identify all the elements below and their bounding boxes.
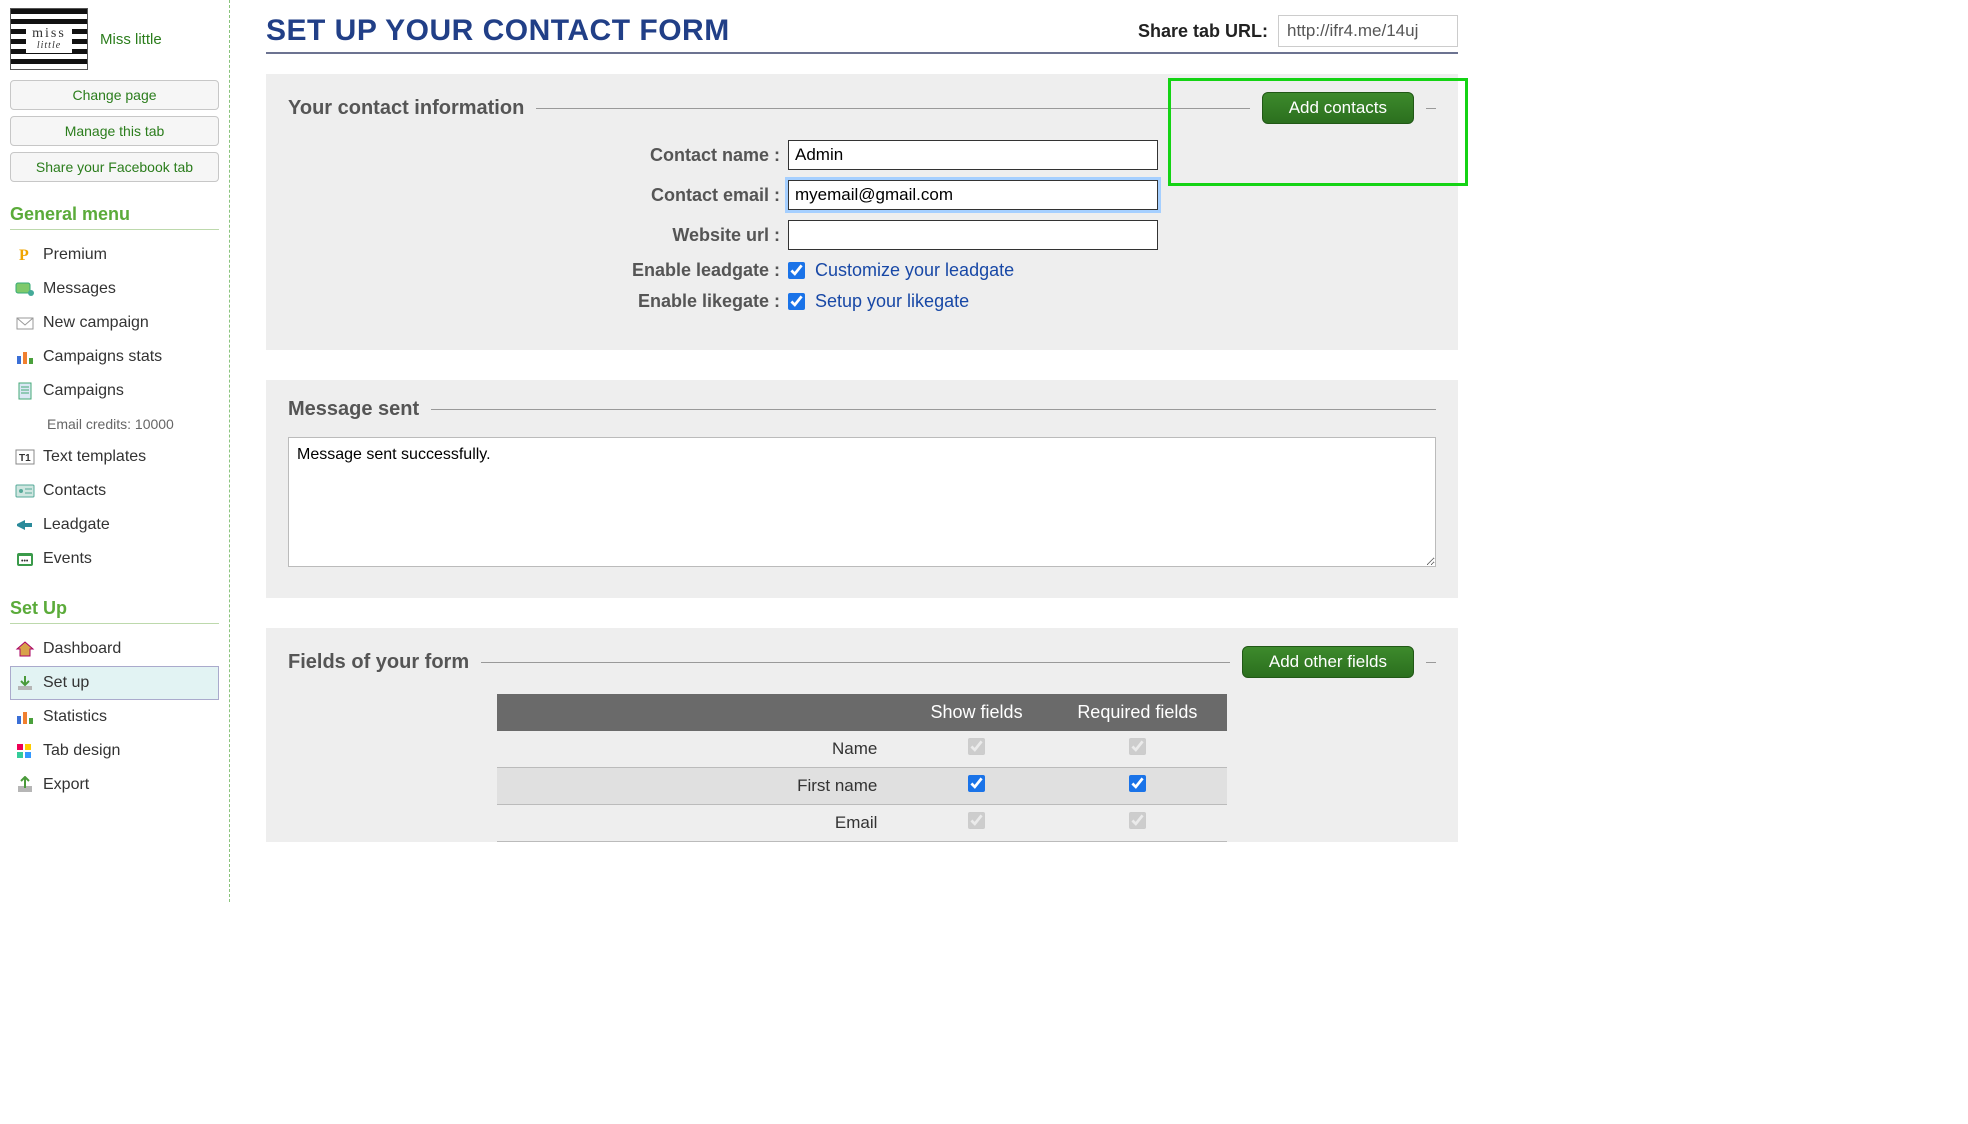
field-label: Name bbox=[497, 731, 905, 768]
show-field-checkbox bbox=[968, 738, 985, 755]
contact-email-input[interactable] bbox=[788, 180, 1158, 210]
menu-item-label: Premium bbox=[43, 246, 107, 264]
fields-th-show: Show fields bbox=[905, 694, 1047, 731]
menu-item-label: Statistics bbox=[43, 708, 107, 726]
menu-item-stats[interactable]: Campaigns stats bbox=[10, 340, 219, 374]
message-sent-textarea[interactable] bbox=[288, 437, 1436, 567]
menu-item-templates[interactable]: T1 Text templates bbox=[10, 440, 219, 474]
logo: misslittle bbox=[10, 8, 88, 70]
menu-item-label: Export bbox=[43, 776, 89, 794]
menu-item-dashboard[interactable]: Dashboard bbox=[10, 632, 219, 666]
menu-item-events[interactable]: ••• Events bbox=[10, 542, 219, 576]
exp-icon bbox=[15, 776, 35, 794]
menu-item-contacts[interactable]: Contacts bbox=[10, 474, 219, 508]
menu-item-label: Contacts bbox=[43, 482, 106, 500]
contact-email-label: Contact email : bbox=[288, 185, 788, 206]
site-name: Miss little bbox=[100, 31, 162, 48]
manage-tab-button[interactable]: Manage this tab bbox=[10, 116, 219, 146]
menu-item-export[interactable]: Export bbox=[10, 768, 219, 802]
menu-item-newcamp[interactable]: New campaign bbox=[10, 306, 219, 340]
field-label: First name bbox=[497, 768, 905, 805]
sidebar: misslittle Miss little Change page Manag… bbox=[0, 0, 230, 902]
menu-item-label: Dashboard bbox=[43, 640, 121, 658]
share-url-label: Share tab URL: bbox=[1138, 21, 1268, 42]
menu-item-statistics[interactable]: Statistics bbox=[10, 700, 219, 734]
contact-info-panel: Your contact information Add contacts Co… bbox=[266, 74, 1458, 350]
menu-item-label: New campaign bbox=[43, 314, 149, 332]
required-field-checkbox bbox=[1129, 738, 1146, 755]
change-page-button[interactable]: Change page bbox=[10, 80, 219, 110]
menu-item-setup[interactable]: Set up bbox=[10, 666, 219, 700]
menu-item-label: Leadgate bbox=[43, 516, 110, 534]
enable-likegate-checkbox[interactable] bbox=[788, 293, 805, 310]
horn-icon bbox=[15, 516, 35, 534]
show-field-checkbox bbox=[968, 812, 985, 829]
setup-likegate-link[interactable]: Setup your likegate bbox=[815, 291, 969, 312]
menu-item-credits: Email credits: 10000 bbox=[10, 408, 219, 440]
tt-icon: T1 bbox=[15, 448, 35, 466]
doc-icon bbox=[15, 382, 35, 400]
menu-item-label: Events bbox=[43, 550, 92, 568]
enable-likegate-label: Enable likegate : bbox=[288, 291, 788, 312]
grid-icon bbox=[15, 742, 35, 760]
add-contacts-button[interactable]: Add contacts bbox=[1262, 92, 1414, 124]
panel-title-message: Message sent bbox=[288, 398, 419, 421]
field-label: Email bbox=[497, 805, 905, 842]
table-row: First name bbox=[497, 768, 1227, 805]
message-sent-panel: Message sent bbox=[266, 380, 1458, 598]
customize-leadgate-link[interactable]: Customize your leadgate bbox=[815, 260, 1014, 281]
enable-leadgate-checkbox[interactable] bbox=[788, 262, 805, 279]
home-icon bbox=[15, 640, 35, 658]
table-row: Email bbox=[497, 805, 1227, 842]
enable-leadgate-label: Enable leadgate : bbox=[288, 260, 788, 281]
contact-name-label: Contact name : bbox=[288, 145, 788, 166]
menu-item-label: Messages bbox=[43, 280, 116, 298]
p-icon: P bbox=[15, 246, 35, 264]
bars-icon bbox=[15, 348, 35, 366]
general-menu-heading: General menu bbox=[10, 204, 219, 230]
menu-item-messages[interactable]: Messages bbox=[10, 272, 219, 306]
panel-title-contact: Your contact information bbox=[288, 97, 524, 120]
fields-th-required: Required fields bbox=[1048, 694, 1227, 731]
card-icon bbox=[15, 482, 35, 500]
required-field-checkbox bbox=[1129, 812, 1146, 829]
menu-item-label: Set up bbox=[43, 674, 89, 692]
menu-item-label: Email credits: 10000 bbox=[47, 416, 174, 432]
contact-name-input[interactable] bbox=[788, 140, 1158, 170]
menu-item-label: Text templates bbox=[43, 448, 146, 466]
svg-text:•••: ••• bbox=[21, 558, 29, 565]
fields-th-blank bbox=[497, 694, 905, 731]
ev-icon: ••• bbox=[15, 550, 35, 568]
msg-icon bbox=[15, 280, 35, 298]
mail-icon bbox=[15, 314, 35, 332]
website-url-input[interactable] bbox=[788, 220, 1158, 250]
table-row: Name bbox=[497, 731, 1227, 768]
menu-item-leadgate[interactable]: Leadgate bbox=[10, 508, 219, 542]
panel-title-fields: Fields of your form bbox=[288, 651, 469, 674]
dl-icon bbox=[15, 674, 35, 692]
add-other-fields-button[interactable]: Add other fields bbox=[1242, 646, 1414, 678]
page-title: SET UP YOUR CONTACT FORM bbox=[266, 14, 730, 48]
menu-item-label: Campaigns stats bbox=[43, 348, 162, 366]
setup-menu-heading: Set Up bbox=[10, 598, 219, 624]
website-url-label: Website url : bbox=[288, 225, 788, 246]
menu-item-label: Tab design bbox=[43, 742, 120, 760]
required-field-checkbox[interactable] bbox=[1129, 775, 1146, 792]
main-content: SET UP YOUR CONTACT FORM Share tab URL: … bbox=[230, 0, 1476, 902]
svg-text:T1: T1 bbox=[19, 453, 31, 464]
fields-table: Show fields Required fields NameFirst na… bbox=[497, 694, 1227, 842]
svg-text:P: P bbox=[19, 247, 29, 264]
menu-item-campaigns[interactable]: Campaigns bbox=[10, 374, 219, 408]
bars2-icon bbox=[15, 708, 35, 726]
menu-item-tabdesign[interactable]: Tab design bbox=[10, 734, 219, 768]
menu-item-premium[interactable]: P Premium bbox=[10, 238, 219, 272]
share-fb-tab-button[interactable]: Share your Facebook tab bbox=[10, 152, 219, 182]
menu-item-label: Campaigns bbox=[43, 382, 124, 400]
show-field-checkbox[interactable] bbox=[968, 775, 985, 792]
share-url-input[interactable] bbox=[1278, 15, 1458, 47]
fields-panel: Fields of your form Add other fields Sho… bbox=[266, 628, 1458, 842]
